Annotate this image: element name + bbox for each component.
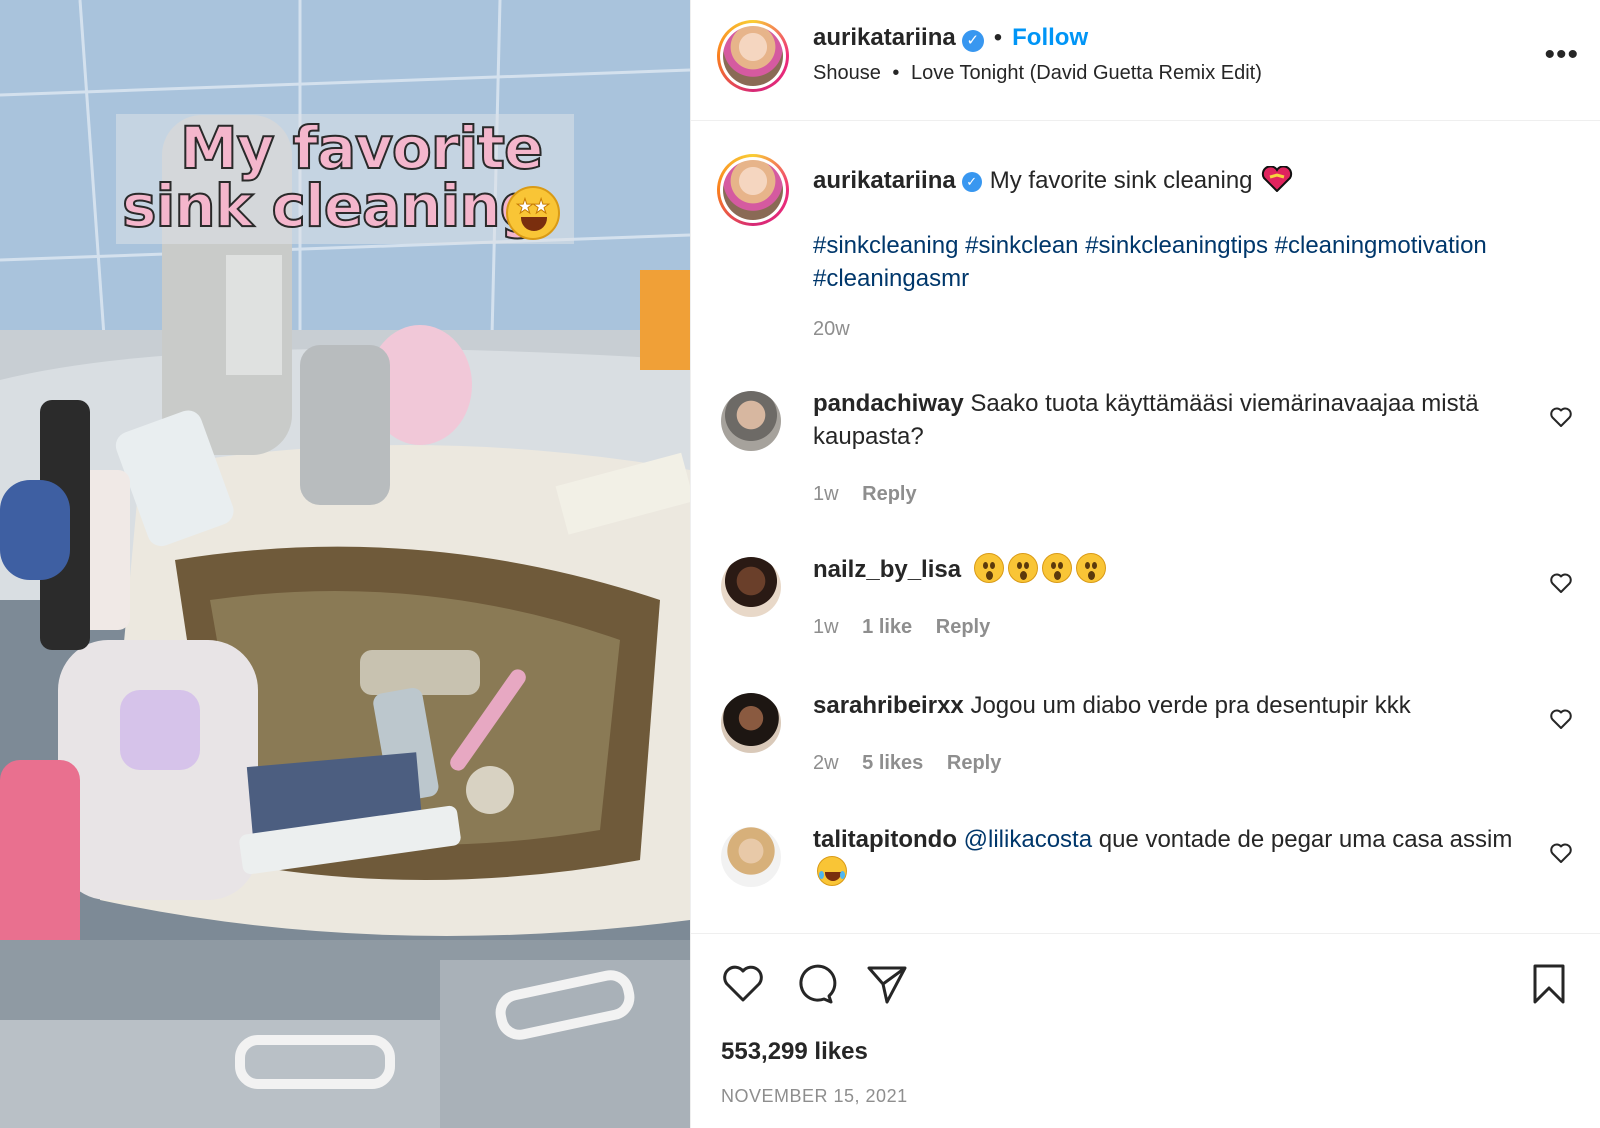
comment-time[interactable]: 1w (813, 483, 839, 505)
comment-text-block: sarahribeirxx Jogou um diabo verde pra d… (813, 689, 1543, 722)
comment-meta: 2w 5 likes Reply (813, 752, 1019, 775)
caption-meta: 20w (813, 318, 868, 341)
hashtag-link[interactable]: #cleaningasmr (813, 265, 969, 292)
reply-button[interactable]: Reply (936, 616, 990, 638)
hashtag-link[interactable]: #sinkcleaningtips (1085, 232, 1268, 259)
save-bookmark-icon[interactable] (1527, 962, 1571, 1006)
header-separator: • (993, 24, 1003, 51)
comments-list[interactable]: aurikatariina ✓ My favorite sink cleaning … (691, 121, 1600, 933)
comment-text-block: pandachiway Saako tuota käyttämääsi viem… (813, 387, 1543, 453)
caption-text-block: aurikatariina ✓ My favorite sink cleaning (813, 164, 1543, 201)
hashtag-link[interactable]: #sinkclean (965, 232, 1078, 259)
comment-like-heart-icon[interactable] (1549, 707, 1573, 731)
reply-button[interactable]: Reply (947, 752, 1001, 774)
overlay-caption-line-2: sink cleaning (121, 171, 542, 241)
post-actions: 553,299 likes NOVEMBER 15, 2021 (691, 933, 1600, 1128)
likes-count[interactable]: 553,299 likes (721, 1038, 868, 1066)
comment-meta: 1w 1 like Reply (813, 616, 1008, 639)
post-video[interactable]: My favorite sink cleaning (0, 0, 690, 1128)
star-struck-emoji-icon (506, 186, 560, 240)
comment-username[interactable]: sarahribeirxx (813, 692, 964, 719)
audio-separator: • (892, 62, 900, 84)
post-header: aurikatariina ✓ • Follow Shouse • Love Toni… (691, 0, 1600, 121)
caption-text: My favorite sink cleaning (989, 167, 1253, 194)
hashtag-link[interactable]: #cleaningmotivation (1275, 232, 1487, 259)
comment-username[interactable]: talitapitondo (813, 826, 957, 853)
comment-text: Jogou um diabo verde pra desentupir kkk (970, 692, 1411, 719)
audio-track[interactable]: Love Tonight (David Guetta Remix Edit) (911, 62, 1262, 84)
caption-username[interactable]: aurikatariina (813, 167, 956, 194)
comment-like-heart-icon[interactable] (1549, 571, 1573, 595)
caption-avatar[interactable] (717, 154, 789, 226)
verified-badge-icon: ✓ (961, 171, 982, 192)
caption-time[interactable]: 20w (813, 318, 850, 340)
astonished-emoji-icon (973, 553, 1110, 583)
comment-like-heart-icon[interactable] (1549, 405, 1573, 429)
comment-meta: 1w Reply (813, 483, 935, 506)
author-avatar[interactable] (717, 20, 789, 92)
commenter-avatar[interactable] (721, 827, 781, 887)
audio-line: Shouse • Love Tonight (David Guetta Remi… (813, 62, 1262, 85)
hashtag-link[interactable]: #sinkcleaning (813, 232, 958, 259)
tears-of-joy-emoji-icon (817, 856, 847, 886)
author-username[interactable]: aurikatariina (813, 24, 956, 51)
comment-bubble-icon[interactable] (793, 962, 837, 1006)
audio-artist[interactable]: Shouse (813, 62, 881, 84)
commenter-avatar[interactable] (721, 693, 781, 753)
post-date[interactable]: NOVEMBER 15, 2021 (721, 1086, 908, 1107)
more-options-icon[interactable]: ••• (1544, 38, 1579, 72)
commenter-avatar[interactable] (721, 557, 781, 617)
post-panel: aurikatariina ✓ • Follow Shouse • Love Toni… (690, 0, 1600, 1128)
comment-time[interactable]: 2w (813, 752, 839, 774)
comment-time[interactable]: 1w (813, 616, 839, 638)
comment-mention-link[interactable]: @lilikacosta (964, 826, 1092, 853)
comment-username[interactable]: pandachiway (813, 390, 964, 417)
share-paper-plane-icon[interactable] (865, 962, 909, 1006)
heart-emoji-icon (1261, 165, 1293, 201)
commenter-avatar[interactable] (721, 391, 781, 451)
comment-username[interactable]: nailz_by_lisa (813, 556, 961, 583)
comment-likes-count[interactable]: 1 like (862, 616, 912, 638)
comment-text-block: nailz_by_lisa (813, 553, 1543, 586)
follow-button[interactable]: Follow (1012, 24, 1088, 52)
comment-likes-count[interactable]: 5 likes (862, 752, 923, 774)
comment-text-block: talitapitondo @lilikacosta que vontade d… (813, 823, 1543, 889)
caption-hashtags: #sinkcleaning #sinkclean #sinkcleaningti… (813, 229, 1553, 295)
like-heart-icon[interactable] (721, 962, 765, 1006)
reply-button[interactable]: Reply (862, 483, 916, 505)
comment-text: que vontade de pegar uma casa assim (1092, 826, 1513, 853)
comment-like-heart-icon[interactable] (1549, 841, 1573, 865)
verified-badge-icon: ✓ (961, 29, 984, 52)
header-user-line: aurikatariina ✓ • Follow (813, 24, 1088, 52)
